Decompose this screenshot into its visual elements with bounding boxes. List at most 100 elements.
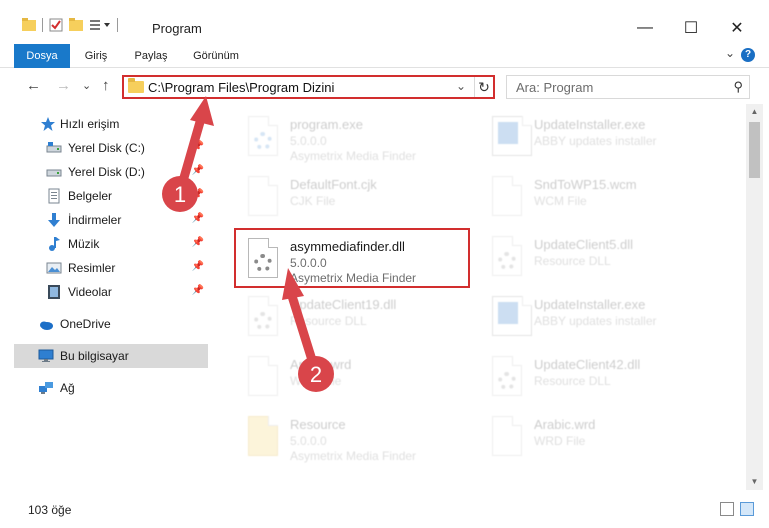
- pin-icon[interactable]: 📌: [192, 165, 204, 176]
- drive-icon: [46, 169, 62, 177]
- help-icon[interactable]: ?: [741, 48, 755, 62]
- sidebar-item-videos[interactable]: Videolar 📌: [14, 280, 208, 304]
- file-type: CJK File: [290, 194, 336, 208]
- back-button[interactable]: ←: [26, 77, 41, 94]
- sidebar-item-label: Videolar: [68, 285, 112, 299]
- sidebar-item-label: Bu bilgisayar: [60, 349, 129, 363]
- details-view-icon[interactable]: [720, 502, 734, 516]
- search-box[interactable]: Ara: Program ⚲: [506, 75, 750, 99]
- pin-icon[interactable]: 📌: [192, 261, 204, 272]
- sidebar-item-label: Müzik: [68, 237, 100, 251]
- installer-icon: [486, 294, 532, 340]
- file-type: WCM File: [534, 194, 587, 208]
- file-type: Resource DLL: [534, 254, 611, 268]
- file-item[interactable]: UpdateClient19.dll Resource DLL: [236, 288, 472, 344]
- customize-qat-icon[interactable]: [89, 18, 111, 32]
- sidebar-item-documents[interactable]: Belgeler 📌: [14, 184, 208, 208]
- scrollbar-thumb[interactable]: [749, 122, 760, 178]
- file-item[interactable]: UpdateInstaller.exe ABBY updates install…: [480, 108, 716, 164]
- file-name: Arabic.wrd: [534, 417, 596, 432]
- pin-icon[interactable]: 📌: [192, 189, 204, 200]
- pin-icon[interactable]: 📌: [192, 237, 204, 248]
- sidebar-item-network[interactable]: Ağ: [14, 376, 208, 400]
- sidebar-item-local-disk-c[interactable]: Yerel Disk (C:) 📌: [14, 136, 208, 160]
- file-name: Resource: [290, 417, 346, 432]
- tab-share[interactable]: Paylaş: [128, 44, 174, 68]
- scroll-up-icon[interactable]: ▲: [746, 104, 763, 120]
- pin-icon[interactable]: 📌: [192, 213, 204, 224]
- dll-icon: [242, 294, 282, 340]
- sidebar-item-label: Yerel Disk (C:): [68, 141, 145, 155]
- recent-locations-button[interactable]: ⌄: [82, 79, 91, 92]
- dll-icon: [242, 236, 282, 282]
- forward-button[interactable]: →: [56, 77, 71, 94]
- file-name: UpdateClient42.dll: [534, 357, 641, 372]
- file-version: 5.0.0.0: [290, 134, 327, 148]
- download-icon: [48, 213, 60, 227]
- sidebar-item-quick-access[interactable]: Hızlı erişim: [14, 112, 208, 136]
- dll-icon: [486, 234, 526, 280]
- tiles-view-icon[interactable]: [740, 502, 754, 516]
- file-item-asymmediafinder-dll[interactable]: asymmediafinder.dll 5.0.0.0 Asymetrix Me…: [234, 228, 470, 288]
- file-item[interactable]: UpdateClient42.dll Resource DLL: [480, 348, 716, 404]
- file-icon: [486, 414, 526, 460]
- file-version: 5.0.0.0: [290, 434, 327, 448]
- file-item[interactable]: SndToWP15.wcm WCM File: [480, 168, 716, 224]
- vertical-scrollbar[interactable]: ▲ ▼: [746, 104, 763, 490]
- file-item[interactable]: Resource 5.0.0.0 Asymetrix Media Finder: [236, 408, 472, 464]
- file-icon: [242, 354, 282, 400]
- close-button[interactable]: ✕: [714, 14, 760, 42]
- title-bar: Program — ☐ ✕: [0, 0, 769, 44]
- file-name: asymmediafinder.dll: [290, 239, 405, 254]
- refresh-button[interactable]: ↻: [474, 77, 493, 97]
- dll-icon: [486, 354, 526, 400]
- file-description: Asymetrix Media Finder: [290, 149, 417, 163]
- address-path[interactable]: C:\Program Files\Program Dizini: [148, 80, 334, 95]
- pin-icon[interactable]: 📌: [192, 285, 204, 296]
- sidebar-item-onedrive[interactable]: OneDrive: [14, 312, 208, 336]
- documents-icon: [48, 188, 60, 204]
- maximize-button[interactable]: ☐: [668, 14, 714, 42]
- file-item[interactable]: Arabic.wrd WRD File: [480, 408, 716, 464]
- file-item[interactable]: UpdateInstaller.exe ABBY updates install…: [480, 288, 716, 344]
- file-type: WRD File: [290, 374, 342, 388]
- up-button[interactable]: ↑: [102, 77, 110, 94]
- file-description: ABBY updates installer: [534, 314, 657, 328]
- sidebar-item-local-disk-d[interactable]: Yerel Disk (D:) 📌: [14, 160, 208, 184]
- tab-view[interactable]: Görünüm: [186, 44, 246, 68]
- file-item[interactable]: UpdateClient5.dll Resource DLL: [480, 228, 716, 284]
- file-icon: [242, 174, 282, 220]
- file-item[interactable]: program.exe 5.0.0.0 Asymetrix Media Find…: [236, 108, 472, 164]
- sidebar-item-pictures[interactable]: Resimler 📌: [14, 256, 208, 280]
- file-type: WRD File: [534, 434, 586, 448]
- sidebar-item-downloads[interactable]: İndirmeler 📌: [14, 208, 208, 232]
- star-icon: [41, 117, 55, 131]
- address-bar[interactable]: C:\Program Files\Program Dizini ⌄ ↻: [122, 75, 495, 99]
- file-name: UpdateClient5.dll: [534, 237, 634, 252]
- chevron-down-icon[interactable]: ⌄: [456, 79, 466, 93]
- properties-icon[interactable]: [49, 18, 63, 32]
- file-item[interactable]: Arabic.wrd WRD File: [236, 348, 472, 404]
- search-icon[interactable]: ⚲: [733, 79, 743, 95]
- cloud-icon: [40, 321, 53, 330]
- minimize-button[interactable]: —: [622, 14, 668, 42]
- sidebar-item-this-pc[interactable]: Bu bilgisayar: [14, 344, 208, 368]
- videos-icon: [48, 285, 60, 299]
- new-folder-icon[interactable]: [69, 18, 83, 32]
- file-item[interactable]: DefaultFont.cjk CJK File: [236, 168, 472, 224]
- file-type: Resource DLL: [534, 374, 611, 388]
- sidebar-item-music[interactable]: Müzik 📌: [14, 232, 208, 256]
- tab-file[interactable]: Dosya: [14, 44, 70, 68]
- item-count: 103 öğe: [28, 503, 72, 517]
- tab-home[interactable]: Giriş: [76, 44, 116, 68]
- file-name: UpdateInstaller.exe: [534, 297, 646, 312]
- scroll-down-icon[interactable]: ▼: [746, 474, 763, 490]
- search-input[interactable]: Ara: Program: [516, 80, 593, 95]
- pin-icon[interactable]: 📌: [192, 141, 204, 152]
- status-bar: 103 öğe: [0, 496, 769, 528]
- separator: [42, 18, 43, 32]
- file-name: SndToWP15.wcm: [534, 177, 637, 192]
- sidebar-item-label: Hızlı erişim: [60, 117, 120, 131]
- expand-ribbon-icon[interactable]: ⌄: [725, 46, 735, 60]
- file-name: Arabic.wrd: [290, 357, 352, 372]
